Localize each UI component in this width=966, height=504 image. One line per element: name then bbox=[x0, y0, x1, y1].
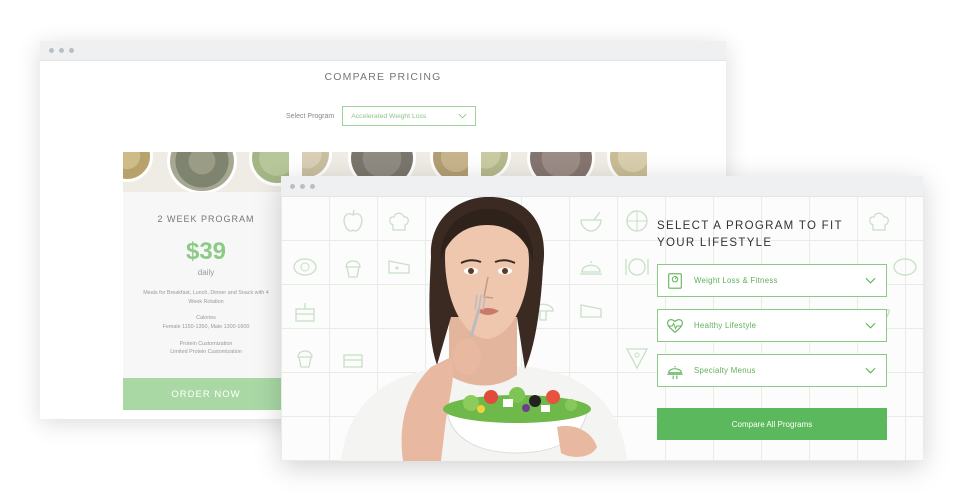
order-now-button[interactable]: ORDER NOW bbox=[123, 378, 289, 410]
chevron-down-icon bbox=[458, 113, 467, 119]
plan-calories-label: Calories bbox=[196, 315, 216, 322]
program-select-value: Accelerated Weight Loss bbox=[351, 112, 427, 120]
chevron-down-icon bbox=[865, 367, 876, 374]
lemon-icon bbox=[893, 258, 917, 276]
window-dot-icon bbox=[290, 183, 295, 189]
plan-custom-1: Protein Customization bbox=[179, 340, 233, 347]
plan-calories: Calories Female 1150-1350, Male 1300-160… bbox=[137, 314, 275, 331]
compare-all-programs-button[interactable]: Compare All Programs bbox=[657, 408, 887, 440]
program-select-row: Select Program Accelerated Weight Loss bbox=[286, 106, 477, 126]
pricing-card: 2 WEEK PROGRAM $39 daily Meals for Break… bbox=[123, 152, 289, 410]
window-dot-icon bbox=[49, 48, 54, 53]
scale-icon bbox=[668, 272, 682, 289]
woman-eating-salad-photo bbox=[341, 197, 627, 461]
seeds-image bbox=[123, 152, 289, 192]
accordion-label: Weight Loss & Fitness bbox=[694, 276, 778, 285]
plan-frequency: daily bbox=[197, 268, 215, 277]
accordion-specialty-menus[interactable]: Specialty Menus bbox=[657, 354, 887, 387]
chevron-down-icon bbox=[865, 277, 876, 284]
select-program-label: Select Program bbox=[286, 112, 335, 120]
window-titlebar bbox=[281, 176, 923, 197]
plan-calories-value: Female 1150-1350, Male 1300-1600 bbox=[162, 323, 250, 330]
plan-meals-text: Meals for Breakfast, Lunch, Dinner and S… bbox=[143, 290, 269, 305]
accordion-label: Healthy Lifestyle bbox=[694, 321, 757, 330]
accordion-healthy-lifestyle[interactable]: Healthy Lifestyle bbox=[657, 309, 887, 342]
program-select-heading: SELECT A PROGRAM TO FIT YOUR LIFESTYLE bbox=[657, 220, 843, 249]
lemon-icon bbox=[293, 258, 317, 276]
window-dot-icon bbox=[69, 48, 74, 53]
chevron-down-icon bbox=[865, 322, 876, 329]
window-dot-icon bbox=[59, 48, 64, 53]
plan-price: $39 bbox=[185, 238, 227, 265]
accordion-weight-loss[interactable]: Weight Loss & Fitness bbox=[657, 264, 887, 297]
compare-pricing-title: COMPARE PRICING bbox=[324, 71, 442, 83]
plan-name: 2 WEEK PROGRAM bbox=[157, 214, 255, 224]
cupcake-icon bbox=[297, 350, 313, 368]
program-selector-window: SELECT A PROGRAM TO FIT YOUR LIFESTYLE W… bbox=[281, 176, 923, 461]
plan-description: Meals for Breakfast, Lunch, Dinner and S… bbox=[123, 289, 289, 357]
window-dot-icon bbox=[310, 183, 315, 189]
program-select[interactable]: Accelerated Weight Loss bbox=[342, 106, 477, 126]
window-titlebar bbox=[40, 41, 726, 61]
accordion-label: Specialty Menus bbox=[694, 366, 756, 375]
cake-icon bbox=[295, 303, 315, 322]
program-select-panel: SELECT A PROGRAM TO FIT YOUR LIFESTYLE W… bbox=[657, 218, 887, 440]
plan-custom-2: Limited Protein Customization bbox=[170, 349, 242, 356]
window-dot-icon bbox=[300, 183, 305, 189]
heartbeat-icon bbox=[667, 318, 683, 333]
cloche-icon bbox=[667, 365, 683, 379]
plan-customization: Protein Customization Limited Protein Cu… bbox=[137, 340, 275, 357]
